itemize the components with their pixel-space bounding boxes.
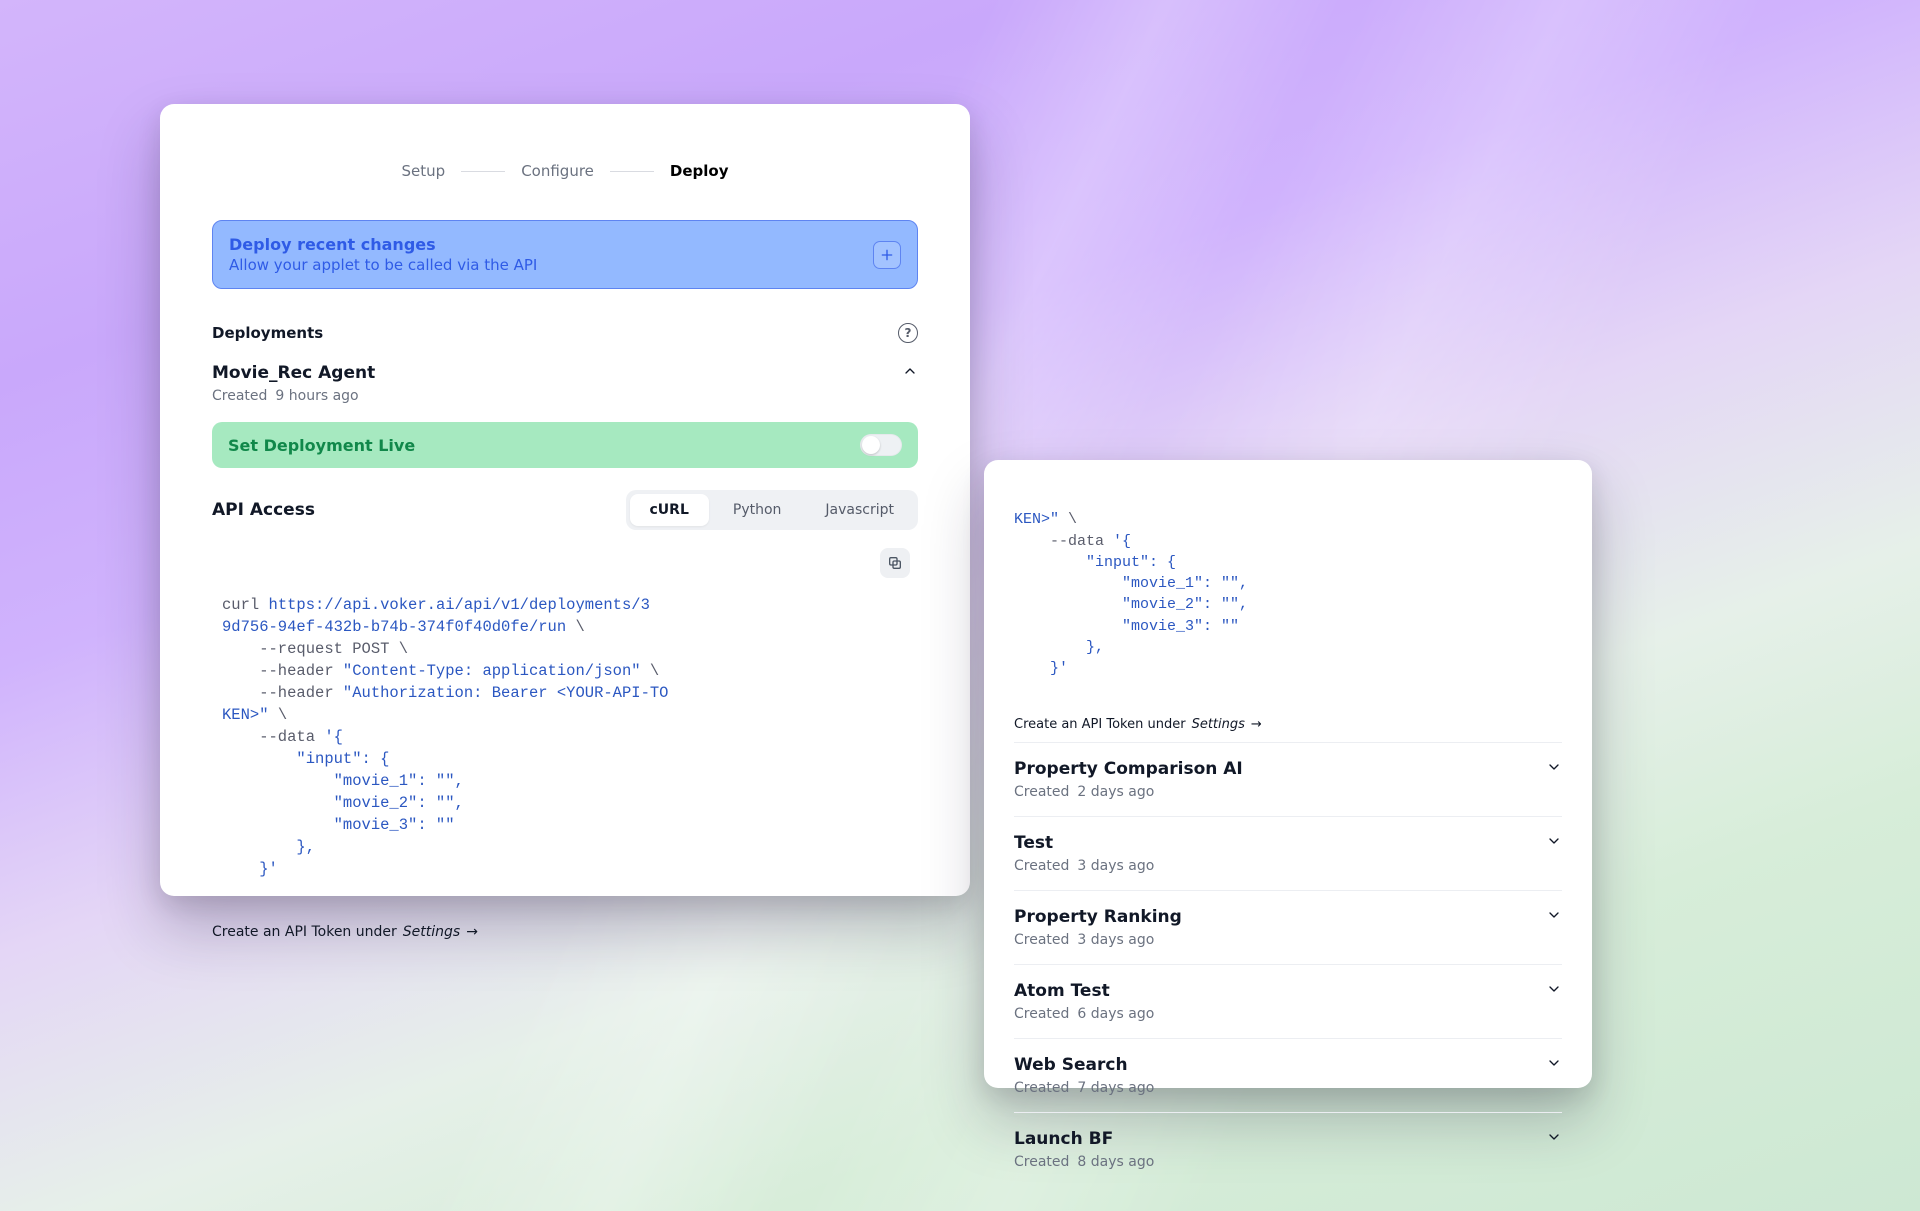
deployment-name: Test [1014, 833, 1154, 853]
plus-icon [879, 247, 895, 263]
deployment-meta: Created2 days ago [1014, 784, 1243, 800]
code-line: "movie_2": "", [222, 794, 464, 812]
set-live-label: Set Deployment Live [228, 436, 415, 455]
code-line: --request POST \ [222, 640, 408, 658]
deployment-item[interactable]: Property Comparison AI Created2 days ago [1014, 742, 1562, 816]
code-line: --data '{ [1014, 533, 1131, 550]
tab-python[interactable]: Python [713, 494, 802, 526]
tab-curl[interactable]: cURL [630, 494, 709, 526]
deployment-meta: Created7 days ago [1014, 1080, 1154, 1096]
deployment-meta: Created9 hours ago [212, 388, 375, 404]
copy-code-button[interactable] [880, 548, 910, 578]
deployment-meta: Created6 days ago [1014, 1006, 1154, 1022]
deploy-panel: Setup Configure Deploy Deploy recent cha… [160, 104, 970, 896]
deployment-name: Property Comparison AI [1014, 759, 1243, 779]
chevron-down-icon[interactable] [1546, 1055, 1562, 1075]
deployment-item[interactable]: Property Ranking Created3 days ago [1014, 890, 1562, 964]
stepper-divider [610, 171, 654, 172]
deployments-heading: Deployments [212, 324, 323, 342]
code-line: --header "Authorization: Bearer <YOUR-AP… [222, 684, 668, 702]
deployment-name: Launch BF [1014, 1129, 1154, 1149]
set-live-toggle[interactable] [860, 434, 902, 456]
code-line: KEN>" \ [222, 706, 287, 724]
deployment-name: Atom Test [1014, 981, 1154, 1001]
deployment-item-active[interactable]: Movie_Rec Agent Created9 hours ago [212, 357, 918, 418]
code-line: KEN>" \ [1014, 511, 1077, 528]
deployments-header: Deployments ? [212, 323, 918, 343]
deployment-meta: Created8 days ago [1014, 1154, 1154, 1170]
banner-title: Deploy recent changes [229, 235, 859, 254]
chevron-down-icon[interactable] [1546, 759, 1562, 779]
deployment-meta: Created3 days ago [1014, 932, 1182, 948]
code-line: --header "Content-Type: application/json… [222, 662, 659, 680]
chevron-down-icon[interactable] [1546, 833, 1562, 853]
code-line: --data '{ [222, 728, 343, 746]
code-line: "movie_3": "" [222, 816, 455, 834]
code-snippet: curl https://api.voker.ai/api/v1/deploym… [212, 540, 918, 910]
api-access-row: API Access cURL Python Javascript [212, 490, 918, 530]
arrow-right-icon: → [466, 924, 478, 940]
chevron-up-icon[interactable] [902, 363, 918, 383]
code-line: }, [1014, 639, 1104, 656]
banner-subtitle: Allow your applet to be called via the A… [229, 256, 859, 274]
wizard-stepper: Setup Configure Deploy [212, 158, 918, 184]
set-deployment-live-bar: Set Deployment Live [212, 422, 918, 468]
help-icon[interactable]: ? [898, 323, 918, 343]
deployment-meta: Created3 days ago [1014, 858, 1154, 874]
deployment-item[interactable]: Web Search Created7 days ago [1014, 1038, 1562, 1112]
code-line: 9d756-94ef-432b-b74b-374f0f40d0fe/run \ [222, 618, 585, 636]
code-line: "movie_2": "", [1014, 596, 1248, 613]
api-access-label: API Access [212, 500, 315, 520]
code-line: "input": { [1014, 554, 1176, 571]
deployment-item[interactable]: Launch BF Created8 days ago [1014, 1112, 1562, 1186]
chevron-down-icon[interactable] [1546, 907, 1562, 927]
step-deploy[interactable]: Deploy [668, 158, 731, 184]
api-token-hint: Create an API Token under Settings → [1014, 717, 1562, 732]
code-line: "movie_3": "" [1014, 618, 1239, 635]
step-setup[interactable]: Setup [400, 158, 448, 184]
code-snippet-continued: KEN>" \ --data '{ "input": { "movie_1": … [1014, 482, 1562, 711]
code-line: }' [222, 860, 278, 878]
deploy-changes-banner[interactable]: Deploy recent changes Allow your applet … [212, 220, 918, 289]
deployment-name: Web Search [1014, 1055, 1154, 1075]
chevron-down-icon[interactable] [1546, 981, 1562, 1001]
deployments-list: Property Comparison AI Created2 days ago… [1014, 742, 1562, 1186]
code-line: curl https://api.voker.ai/api/v1/deploym… [222, 596, 650, 614]
deployment-item[interactable]: Atom Test Created6 days ago [1014, 964, 1562, 1038]
step-configure[interactable]: Configure [519, 158, 596, 184]
deployment-name: Property Ranking [1014, 907, 1182, 927]
api-language-tabs: cURL Python Javascript [626, 490, 919, 530]
arrow-right-icon: → [1251, 717, 1262, 732]
code-line: "movie_1": "", [222, 772, 464, 790]
settings-link[interactable]: Settings [1192, 717, 1245, 732]
stepper-divider [461, 171, 505, 172]
code-line: "input": { [222, 750, 389, 768]
add-deployment-button[interactable] [873, 241, 901, 269]
deployments-list-panel: KEN>" \ --data '{ "input": { "movie_1": … [984, 460, 1592, 1088]
tab-javascript[interactable]: Javascript [805, 494, 914, 526]
deployment-item[interactable]: Test Created3 days ago [1014, 816, 1562, 890]
code-line: }, [222, 838, 315, 856]
chevron-down-icon[interactable] [1546, 1129, 1562, 1149]
deployment-name: Movie_Rec Agent [212, 363, 375, 383]
copy-icon [887, 555, 903, 571]
code-line: }' [1014, 660, 1068, 677]
settings-link[interactable]: Settings [403, 924, 460, 940]
api-token-hint: Create an API Token under Settings → [212, 924, 918, 940]
code-line: "movie_1": "", [1014, 575, 1248, 592]
